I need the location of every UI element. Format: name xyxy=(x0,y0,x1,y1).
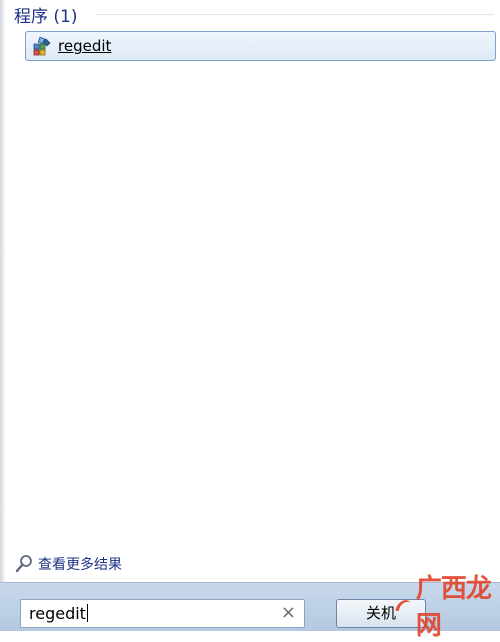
group-header-programs: 程序 (1) xyxy=(14,7,78,27)
regedit-icon xyxy=(33,36,51,56)
text-caret xyxy=(86,604,88,622)
search-input-value: regedit xyxy=(29,604,88,623)
group-divider xyxy=(96,14,494,15)
pane-left-edge xyxy=(0,0,6,582)
search-results-pane: 程序 (1) regedit 查看更多结果 xyxy=(0,0,500,582)
see-more-label: 查看更多结果 xyxy=(38,557,122,573)
watermark-logo: 广西龙网 xyxy=(392,574,500,641)
search-icon xyxy=(15,555,32,573)
search-input[interactable]: regedit × xyxy=(20,599,305,628)
result-label: regedit xyxy=(58,37,112,55)
watermark-swirl-icon xyxy=(395,600,411,611)
clear-icon[interactable]: × xyxy=(281,602,296,624)
result-item-regedit[interactable]: regedit xyxy=(25,31,496,61)
see-more-results-link[interactable]: 查看更多结果 xyxy=(14,552,122,576)
